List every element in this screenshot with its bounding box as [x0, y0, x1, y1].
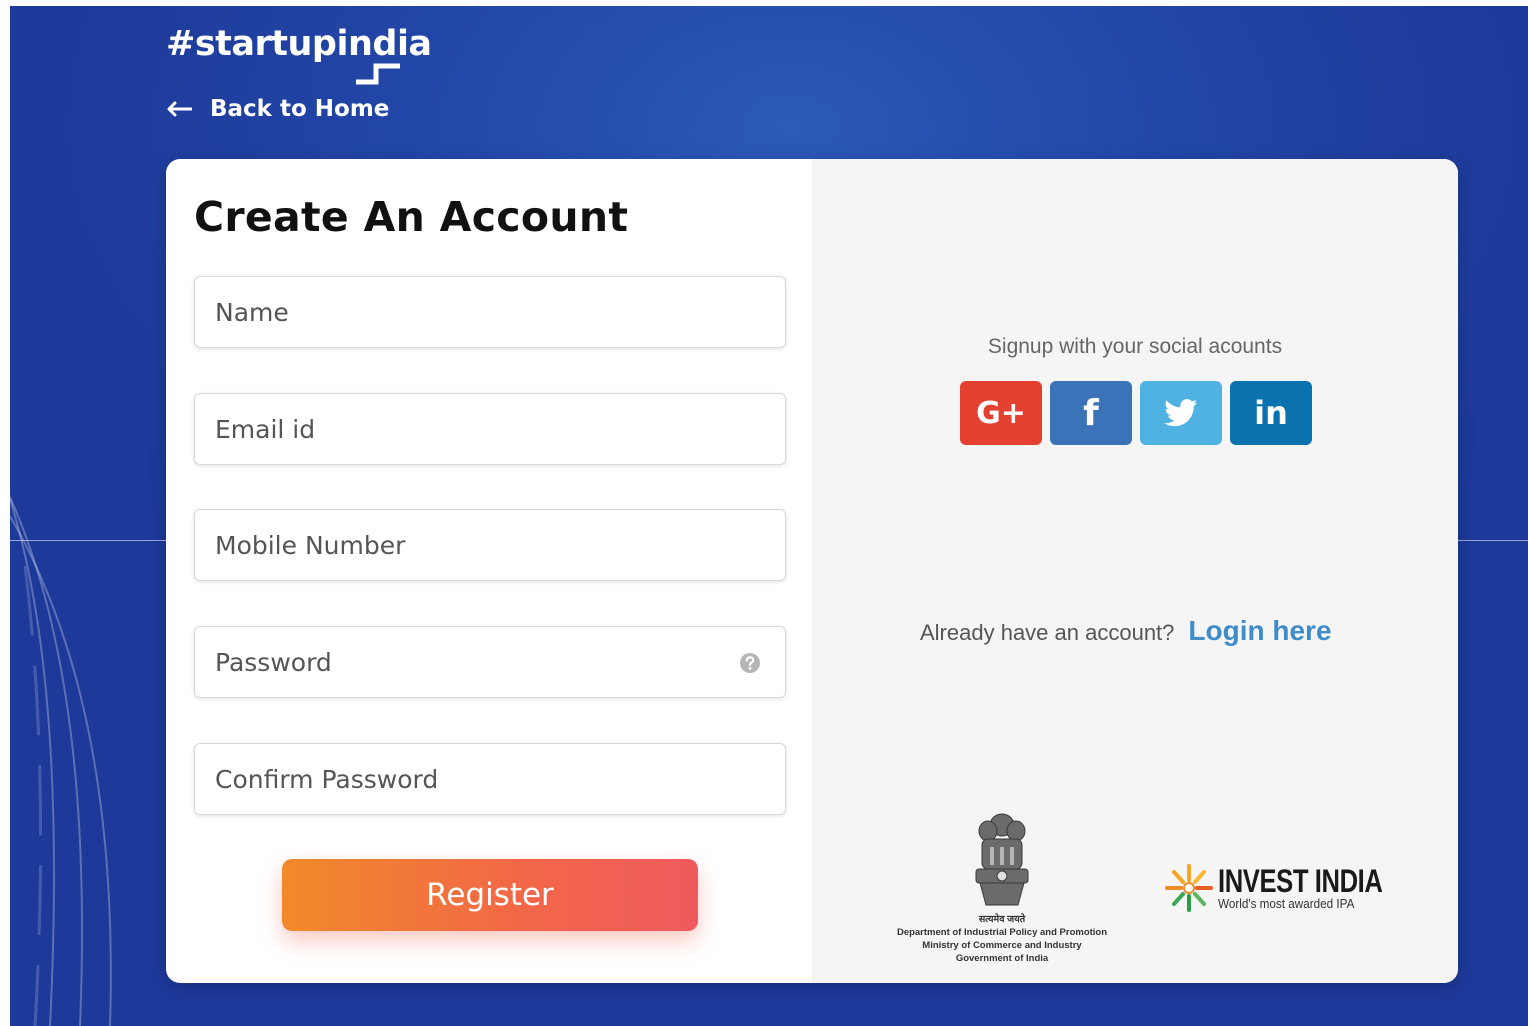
login-question: Already have an account? [920, 620, 1175, 645]
login-prompt: Already have an account? Login here [920, 615, 1332, 647]
google-plus-icon: G+ [976, 395, 1026, 431]
social-signup-label: Signup with your social acounts [987, 335, 1283, 358]
linkedin-icon: in [1254, 394, 1288, 432]
facebook-icon: f [1083, 392, 1099, 434]
register-button[interactable]: Register [282, 859, 698, 931]
login-here-link[interactable]: Login here [1188, 615, 1331, 647]
signup-card: Signup with your social acounts G+ f in … [166, 159, 1458, 983]
national-emblem-icon [975, 813, 1029, 906]
email-field [194, 393, 786, 465]
back-to-home-label: Back to Home [210, 96, 390, 122]
google-plus-button[interactable]: G+ [960, 381, 1042, 445]
invest-india-name: INVEST INDIA [1218, 862, 1383, 899]
email-input[interactable] [195, 394, 785, 464]
decorative-arcs [10, 494, 112, 1026]
name-input[interactable] [195, 277, 785, 347]
confirm-password-input[interactable] [195, 744, 785, 814]
password-field [194, 626, 786, 698]
emblem-motto: सत्यमेव जयते [978, 914, 1026, 925]
social-buttons: G+ f in [960, 381, 1312, 445]
invest-india-sunburst-icon [1165, 864, 1213, 912]
confirm-password-field [194, 743, 786, 815]
password-input[interactable] [195, 627, 785, 697]
ministry-line: Ministry of Commerce and Industry [922, 940, 1082, 951]
question-circle-icon[interactable] [739, 652, 761, 674]
invest-india-text: INVEST INDIA World's most awarded IPA [1218, 862, 1424, 911]
dipp-emblem-logo: सत्यमेव जयते Department of Industrial Po… [892, 809, 1112, 965]
page-title: Create An Account [194, 193, 629, 241]
invest-india-logo: INVEST INDIA World's most awarded IPA [1164, 863, 1424, 913]
linkedin-button[interactable]: in [1230, 381, 1312, 445]
dipp-line: Department of Industrial Policy and Prom… [896, 927, 1108, 938]
government-line: Government of India [955, 953, 1049, 964]
twitter-icon [1164, 399, 1198, 427]
divider-line-left [10, 540, 166, 541]
divider-line-right [1458, 540, 1528, 541]
back-to-home-link[interactable]: Back to Home [166, 96, 389, 122]
logo-step-mark [356, 63, 400, 85]
arrow-left-icon [166, 101, 192, 117]
mobile-number-input[interactable] [195, 510, 785, 580]
mobile-field [194, 509, 786, 581]
facebook-button[interactable]: f [1050, 381, 1132, 445]
twitter-button[interactable] [1140, 381, 1222, 445]
invest-india-tagline: World's most awarded IPA [1218, 895, 1355, 911]
social-panel: Signup with your social acounts G+ f in … [812, 159, 1458, 983]
name-field [194, 276, 786, 348]
